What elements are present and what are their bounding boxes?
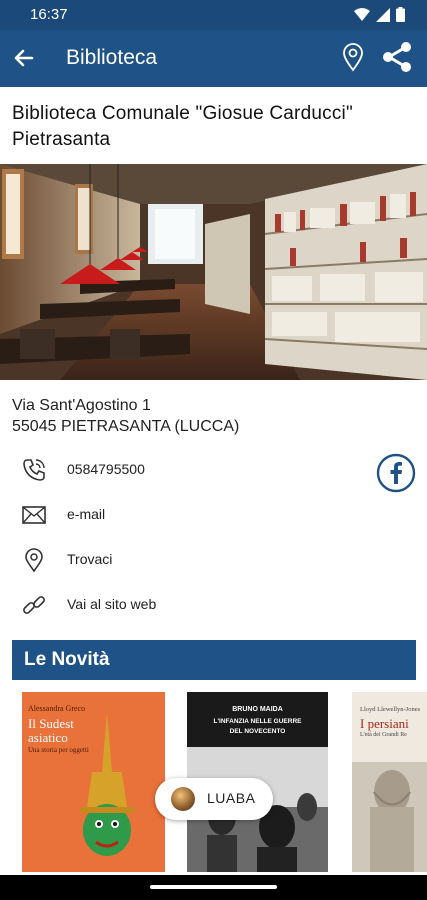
arrow-left-icon[interactable] bbox=[10, 44, 38, 72]
email-link[interactable]: e-mail bbox=[67, 506, 105, 522]
facebook-icon[interactable] bbox=[376, 453, 416, 493]
mail-icon bbox=[22, 506, 46, 524]
section-header-news: Le Novità bbox=[12, 640, 416, 680]
location-icon bbox=[25, 548, 43, 573]
chip-label: LUABA bbox=[207, 790, 256, 806]
book-cover-3[interactable]: Lloyd Llewellyn-Jones I persiani L'età d… bbox=[352, 692, 427, 872]
find-us-link[interactable]: Trovaci bbox=[67, 551, 112, 567]
phone-icon bbox=[23, 459, 45, 481]
book-3-title: I persiani bbox=[360, 716, 409, 731]
wifi-icon bbox=[354, 7, 370, 21]
share-icon[interactable] bbox=[380, 40, 414, 74]
address-line-city: 55045 PIETRASANTA (LUCCA) bbox=[12, 418, 240, 435]
luaba-chip[interactable]: LUABA bbox=[155, 778, 273, 820]
email-row[interactable]: e-mail bbox=[0, 500, 300, 530]
luaba-avatar bbox=[171, 787, 195, 811]
book-1-illustration bbox=[80, 712, 134, 856]
phone-number[interactable]: 0584795500 bbox=[67, 461, 145, 477]
map-pin-icon[interactable] bbox=[341, 42, 365, 72]
book-3-author: Lloyd Llewellyn-Jones bbox=[360, 706, 421, 713]
status-icons bbox=[354, 7, 405, 22]
link-icon bbox=[23, 596, 45, 614]
find-row[interactable]: Trovaci bbox=[0, 545, 300, 575]
signal-icon bbox=[376, 7, 390, 22]
book-1-title-2: asiatico bbox=[28, 730, 68, 745]
book-3-relief bbox=[352, 762, 427, 872]
phone-row[interactable]: 0584795500 bbox=[0, 455, 300, 485]
book-2-title-2: DEL NOVECENTO bbox=[229, 728, 286, 735]
library-photo bbox=[0, 164, 427, 380]
app-bar: Biblioteca bbox=[0, 30, 427, 87]
section-title: Le Novità bbox=[24, 649, 110, 670]
book-cover-1[interactable]: Alessandra Greco Il Sudest asiatico Una … bbox=[22, 692, 165, 872]
battery-icon bbox=[396, 7, 405, 22]
system-nav-bar bbox=[0, 875, 427, 900]
status-time: 16:37 bbox=[30, 6, 68, 23]
website-link[interactable]: Vai al sito web bbox=[67, 596, 156, 612]
status-bar: 16:37 bbox=[0, 0, 427, 30]
address-line-street: Via Sant'Agostino 1 bbox=[12, 397, 151, 414]
website-row[interactable]: Vai al sito web bbox=[0, 590, 300, 620]
book-3-subtitle: L'età dei Grandi Re bbox=[360, 732, 407, 738]
address-block: Via Sant'Agostino 1 55045 PIETRASANTA (L… bbox=[12, 395, 239, 437]
library-interior-image bbox=[0, 164, 427, 380]
book-2-title-1: L'INFANZIA NELLE GUERRE bbox=[213, 718, 302, 725]
page-title: Biblioteca bbox=[66, 46, 158, 69]
home-handle[interactable] bbox=[150, 885, 277, 889]
library-name: Biblioteca Comunale "Giosue Carducci" Pi… bbox=[12, 103, 353, 150]
book-2-author: BRUNO MAIDA bbox=[232, 706, 283, 713]
